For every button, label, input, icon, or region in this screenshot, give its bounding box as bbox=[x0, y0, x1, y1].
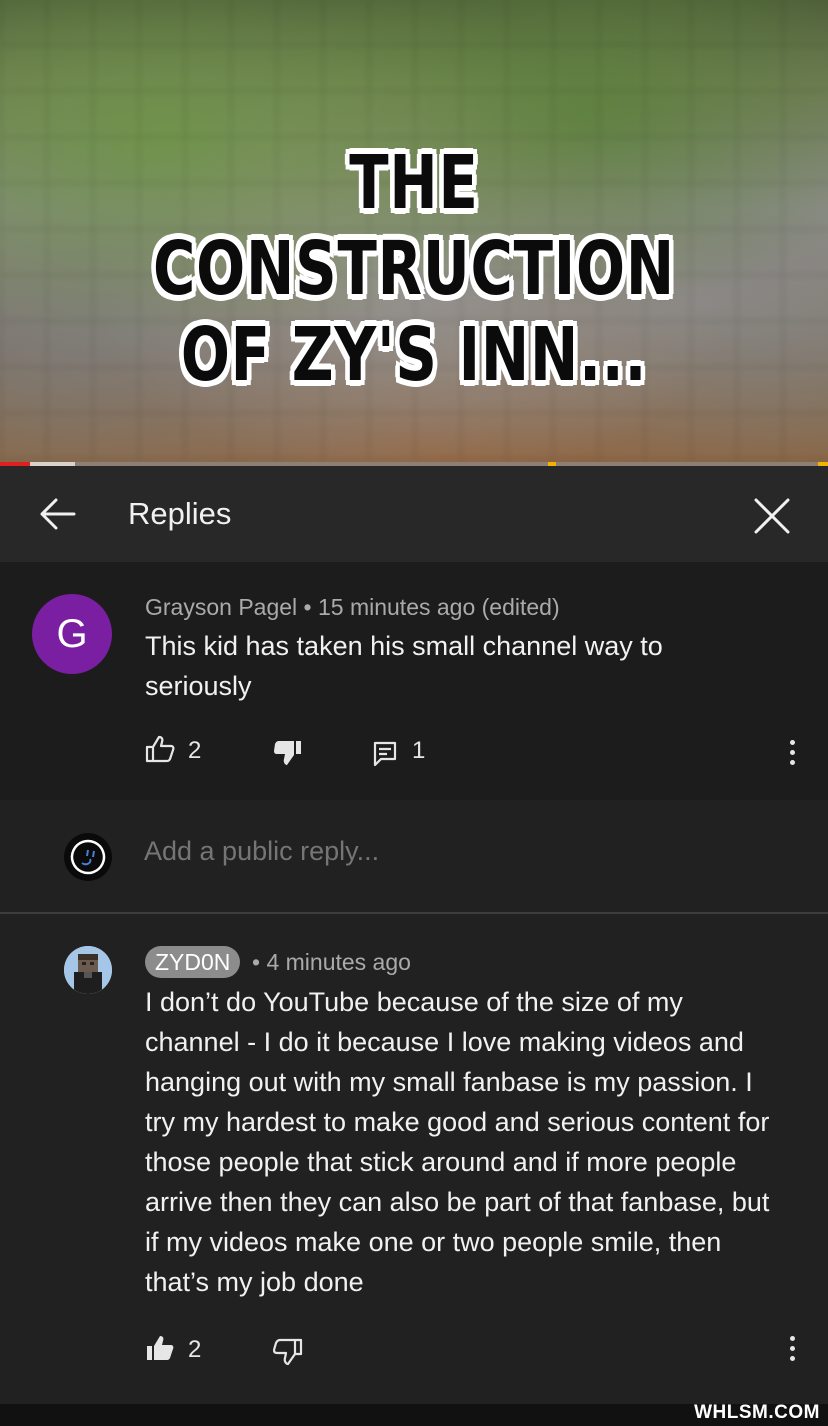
replies-header: Replies bbox=[0, 466, 828, 562]
parent-comment: G Grayson Pagel • 15 minutes ago (edited… bbox=[0, 562, 828, 800]
comment-time: 15 minutes ago (edited) bbox=[317, 594, 560, 620]
thumbs-down-filled-icon bbox=[274, 741, 301, 765]
add-reply-row bbox=[0, 800, 828, 914]
reply-button[interactable] bbox=[373, 741, 397, 772]
video-title-overlay: THE CONSTRUCTION OF ZY'S INN... bbox=[91, 140, 737, 398]
close-button[interactable] bbox=[748, 492, 796, 540]
reply-text-line: that’s my job done bbox=[145, 1267, 364, 1297]
reply-text-line: arrive then they can also be part of tha… bbox=[145, 1187, 770, 1217]
reply-text-line: if my videos make one or two people smil… bbox=[145, 1227, 722, 1257]
more-options-button[interactable] bbox=[782, 734, 802, 770]
reply-text-line: I don’t do YouTube because of the size o… bbox=[145, 987, 683, 1017]
reply-text-line: channel - I do it because I love making … bbox=[145, 1027, 744, 1057]
dot bbox=[790, 760, 795, 765]
like-button[interactable] bbox=[145, 735, 175, 768]
comment-text: This kid has taken his small channel way… bbox=[145, 626, 663, 706]
thumbs-up-outline-icon bbox=[145, 735, 175, 763]
avatar[interactable]: G bbox=[32, 594, 112, 674]
video-title-line-1: THE CONSTRUCTION bbox=[153, 140, 675, 312]
reply-count: 1 bbox=[412, 737, 426, 764]
comment-text-line: This kid has taken his small channel way… bbox=[145, 631, 663, 661]
page-title: Replies bbox=[128, 496, 232, 531]
reply-meta: • 4 minutes ago bbox=[252, 949, 411, 976]
minecraft-skin-avatar-icon bbox=[64, 946, 112, 994]
author-badge[interactable]: ZYD0N bbox=[145, 946, 241, 978]
arrow-left-icon bbox=[40, 498, 76, 530]
video-player[interactable]: THE CONSTRUCTION OF ZY'S INN... bbox=[0, 0, 828, 462]
back-button[interactable] bbox=[30, 494, 84, 534]
reply-like-button[interactable] bbox=[145, 1334, 175, 1367]
reply-more-options-button[interactable] bbox=[782, 1330, 802, 1366]
reply-like-count: 2 bbox=[188, 1336, 202, 1363]
dot bbox=[790, 1346, 795, 1351]
reply-dislike-button[interactable] bbox=[272, 1338, 303, 1371]
dot bbox=[790, 1356, 795, 1361]
watermark: WHLSM.COM bbox=[694, 1402, 820, 1423]
dot bbox=[790, 740, 795, 745]
video-title-line-2: OF ZY'S INN... bbox=[180, 312, 648, 398]
thumbs-down-outline-icon bbox=[272, 1338, 303, 1366]
meta-separator: • bbox=[252, 949, 261, 975]
dot bbox=[790, 1336, 795, 1341]
reply-text-line: hanging out with my small fanbase is my … bbox=[145, 1067, 753, 1097]
thumbs-up-filled-icon bbox=[147, 1336, 174, 1360]
comment-meta: Grayson Pagel • 15 minutes ago (edited) bbox=[145, 594, 560, 621]
reply-time: 4 minutes ago bbox=[266, 949, 411, 975]
reply-text-line: those people that stick around and if mo… bbox=[145, 1147, 737, 1177]
reply-avatar[interactable] bbox=[64, 946, 112, 994]
reply-text-line: try my hardest to make good and serious … bbox=[145, 1107, 770, 1137]
comment-icon bbox=[373, 741, 397, 767]
dislike-button[interactable] bbox=[273, 739, 303, 772]
comment-author[interactable]: Grayson Pagel bbox=[145, 594, 297, 620]
like-count: 2 bbox=[188, 737, 202, 764]
dot bbox=[790, 750, 795, 755]
reply-input[interactable] bbox=[144, 836, 744, 867]
reply-text: I don’t do YouTube because of the size o… bbox=[145, 982, 769, 1302]
meta-separator: • bbox=[303, 594, 312, 620]
close-icon bbox=[754, 498, 790, 534]
user-avatar bbox=[64, 833, 112, 881]
user-avatar-icon bbox=[70, 839, 106, 875]
comment-text-line: seriously bbox=[145, 671, 252, 701]
